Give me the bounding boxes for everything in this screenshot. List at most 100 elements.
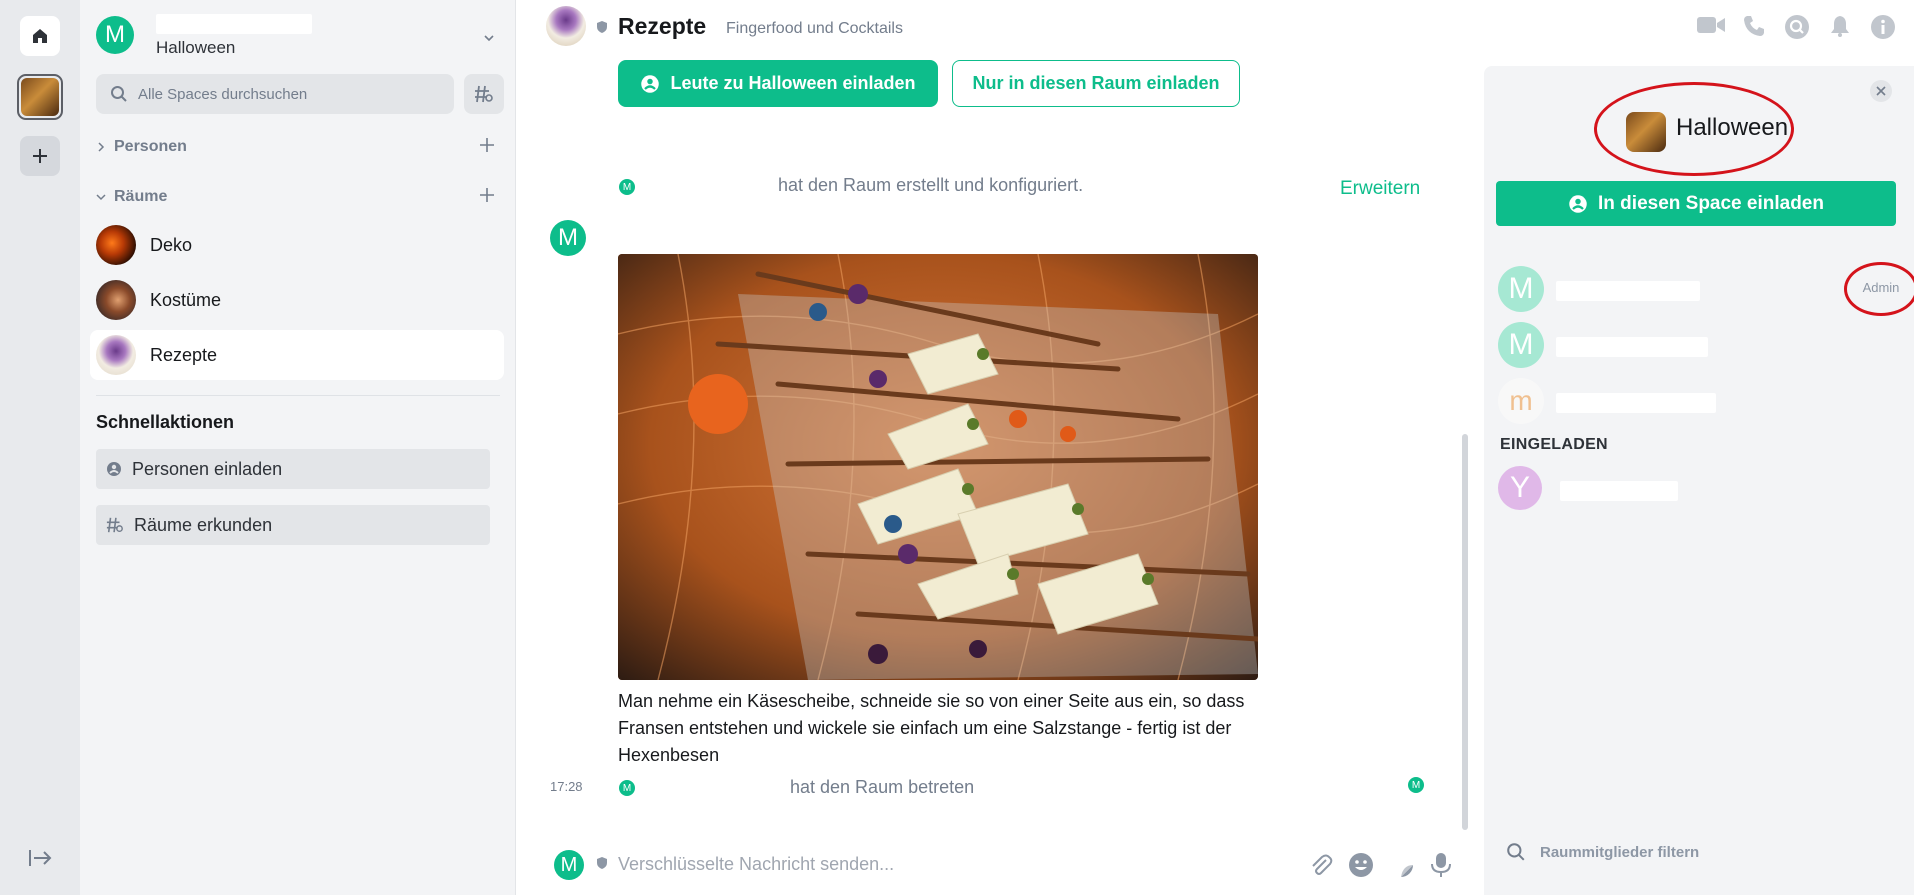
home-icon <box>33 29 47 43</box>
close-panel-button[interactable] <box>1870 80 1892 102</box>
add-room-icon[interactable] <box>479 187 495 203</box>
invite-to-room-button[interactable]: Nur in diesen Raum einladen <box>952 60 1240 107</box>
member-role-label: Admin <box>1862 280 1900 295</box>
room-item-rezepte[interactable]: Rezepte <box>90 330 504 380</box>
encryption-shield-icon <box>597 21 607 33</box>
room-avatar <box>96 335 136 375</box>
witch-broom-photo <box>618 254 1258 680</box>
room-list-panel: M Halloween Alle Spaces durchsuchen Pers… <box>80 0 516 895</box>
attachment-icon[interactable] <box>1308 852 1334 878</box>
space-search-input[interactable]: Alle Spaces durchsuchen <box>96 74 454 114</box>
section-people[interactable]: Personen <box>96 133 499 161</box>
home-button[interactable] <box>20 16 60 56</box>
search-placeholder: Alle Spaces durchsuchen <box>138 85 308 103</box>
chevron-down-icon <box>96 194 106 201</box>
invite-to-space-button[interactable]: Leute zu Halloween einladen <box>618 60 938 107</box>
event-avatar[interactable]: M <box>619 179 635 195</box>
section-people-label: Personen <box>114 138 187 155</box>
chevron-right-icon <box>98 142 105 152</box>
member-avatar: Y <box>1498 466 1542 510</box>
room-info-icon[interactable] <box>1870 14 1896 40</box>
timeline-scrollbar[interactable] <box>1462 434 1468 830</box>
search-icon <box>1507 843 1525 861</box>
invite-to-room-label: Nur in diesen Raum einladen <box>972 73 1220 93</box>
space-rail <box>0 0 80 895</box>
space-halloween-button[interactable] <box>17 74 63 120</box>
message-timestamp[interactable]: 17:28 <box>550 779 583 794</box>
invite-people-button[interactable]: Personen einladen <box>96 449 490 489</box>
space-name: Halloween <box>156 38 236 57</box>
invite-icon <box>107 462 121 476</box>
member-row[interactable]: M <box>1498 322 1898 370</box>
message-image[interactable] <box>618 254 1258 680</box>
sender-avatar[interactable]: M <box>550 220 586 256</box>
member-row[interactable]: m <box>1498 378 1898 426</box>
explore-rooms-icon <box>475 85 493 103</box>
create-space-button[interactable] <box>20 136 60 176</box>
member-avatar: M <box>1498 266 1544 312</box>
invite-to-space-label: Leute zu Halloween einladen <box>670 73 916 93</box>
explore-rooms-button[interactable] <box>464 74 504 114</box>
room-name: Kostüme <box>150 289 222 310</box>
redacted-member-name <box>1556 281 1700 301</box>
voice-call-icon[interactable] <box>1742 14 1766 38</box>
sticker-icon[interactable] <box>1388 852 1414 878</box>
panel-space-title: Halloween <box>1594 82 1804 176</box>
redacted-username <box>156 14 312 34</box>
event-avatar[interactable]: M <box>619 780 635 796</box>
video-call-icon[interactable] <box>1696 14 1726 36</box>
microphone-icon[interactable] <box>1430 852 1452 878</box>
user-avatar: M <box>96 16 134 54</box>
space-avatar <box>1626 112 1666 152</box>
admin-badge: Admin <box>1844 262 1914 316</box>
chevron-down-icon[interactable] <box>483 32 495 44</box>
expand-arrow-icon[interactable] <box>26 846 54 870</box>
explore-rooms-label: Räume erkunden <box>134 514 273 535</box>
message-input[interactable]: Verschlüsselte Nachricht senden... <box>618 854 894 875</box>
plus-icon <box>33 149 47 163</box>
room-avatar <box>96 225 136 265</box>
space-header[interactable]: M Halloween <box>96 14 499 62</box>
notifications-icon[interactable] <box>1828 14 1852 38</box>
member-avatar: m <box>1498 378 1544 424</box>
explore-rooms-icon <box>106 517 123 533</box>
invited-member-row[interactable]: Y <box>1498 466 1898 514</box>
read-receipt-avatar[interactable]: M <box>1408 777 1424 793</box>
section-rooms[interactable]: Räume <box>96 183 499 211</box>
room-item-deko[interactable]: Deko <box>90 220 504 270</box>
joined-event-text: hat den Raum betreten <box>790 777 975 797</box>
member-filter-input[interactable]: Raummitglieder filtern <box>1506 842 1699 862</box>
redacted-member-name <box>1556 393 1716 413</box>
member-avatar: M <box>1498 322 1544 368</box>
emoji-icon[interactable] <box>1348 852 1374 878</box>
invited-section-title: EINGELADEN <box>1500 436 1608 453</box>
invite-to-this-space-label: In diesen Space einladen <box>1598 192 1824 214</box>
room-avatar <box>96 280 136 320</box>
invite-icon <box>641 74 660 93</box>
redacted-member-name <box>1556 337 1708 357</box>
search-icon <box>111 86 127 102</box>
add-person-icon[interactable] <box>479 137 495 153</box>
room-title[interactable]: Rezepte <box>618 13 706 40</box>
room-item-kostueme[interactable]: Kostüme <box>90 275 504 325</box>
member-filter-placeholder: Raummitglieder filtern <box>1540 843 1700 861</box>
room-avatar[interactable] <box>546 6 586 46</box>
divider <box>96 395 500 396</box>
space-avatar <box>21 78 59 116</box>
panel-space-name: Halloween <box>1676 114 1789 141</box>
expand-link[interactable]: Erweitern <box>1340 178 1420 200</box>
composer-avatar[interactable]: M <box>554 850 584 880</box>
invite-to-this-space-button[interactable]: In diesen Space einladen <box>1496 181 1896 226</box>
explore-rooms-quick-button[interactable]: Räume erkunden <box>96 505 490 545</box>
search-icon[interactable] <box>1784 14 1810 40</box>
room-topic[interactable]: Fingerfood und Cocktails <box>726 20 903 38</box>
room-view: Rezepte Fingerfood und Cocktails Leute z… <box>516 0 1895 895</box>
room-name: Rezepte <box>150 344 218 365</box>
message-composer: M Verschlüsselte Nachricht senden... <box>516 840 1484 895</box>
room-name: Deko <box>150 234 193 255</box>
message-caption: Man nehme ein Käsescheibe, schneide sie … <box>618 691 1245 765</box>
encryption-shield-icon <box>597 857 607 869</box>
created-event-text: hat den Raum erstellt und konfiguriert. <box>778 175 1084 195</box>
redacted-member-name <box>1560 481 1678 501</box>
member-row[interactable]: M <box>1498 266 1898 314</box>
